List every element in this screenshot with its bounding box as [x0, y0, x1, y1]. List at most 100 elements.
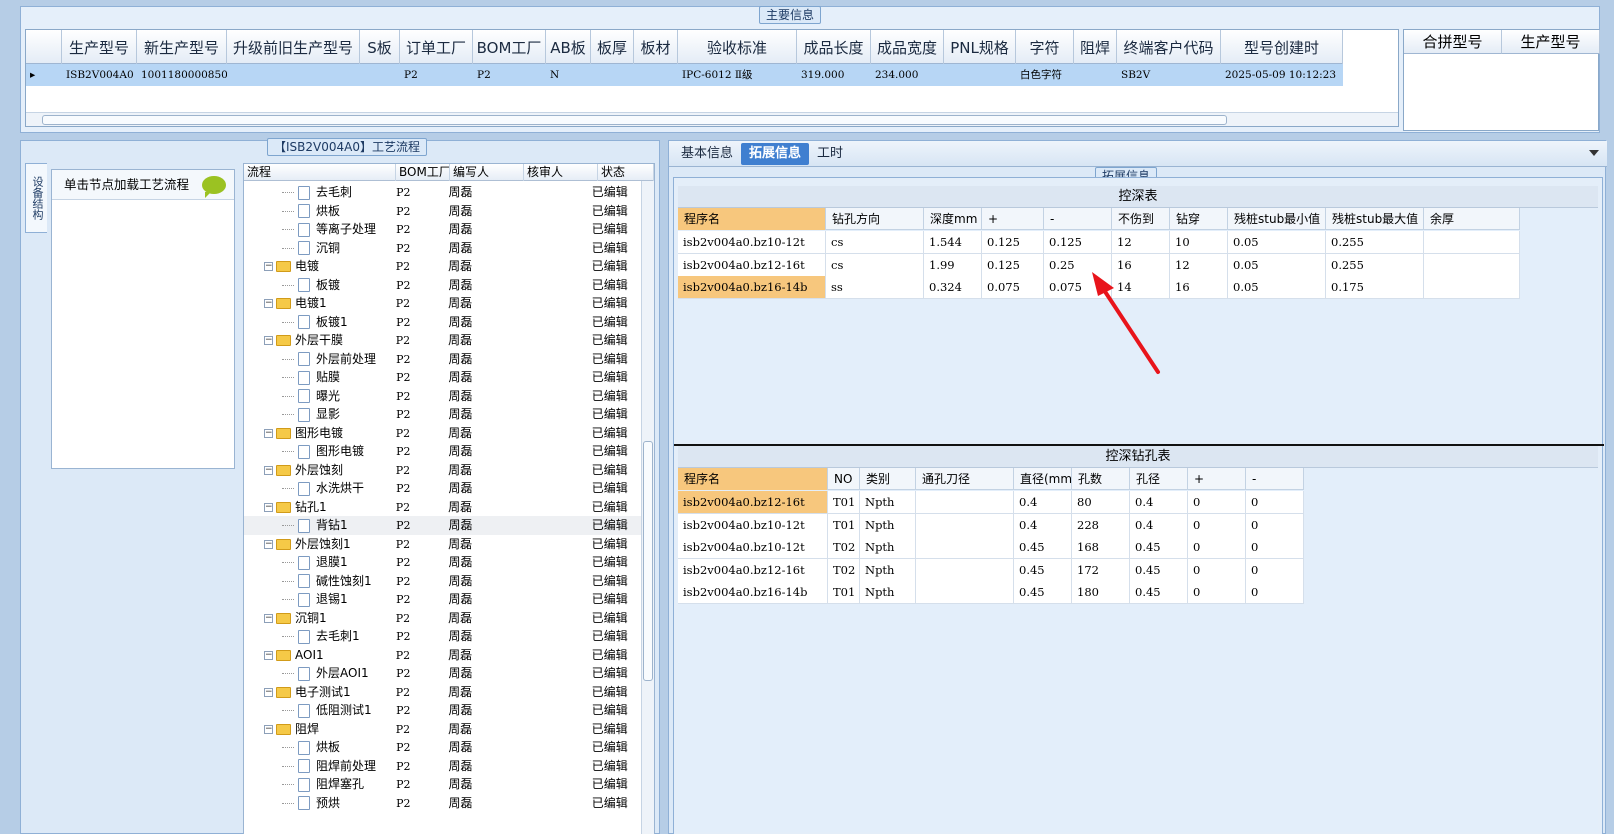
drill-cell[interactable]: Npth [860, 581, 916, 603]
drill-cell[interactable]: isb2v004a0.bz10-12t [678, 513, 828, 536]
grid-cell[interactable]: 白色字符 [1016, 64, 1074, 86]
grid-cell[interactable]: 319.000 [797, 64, 871, 86]
collapse-toggle-icon[interactable]: − [264, 724, 273, 734]
grid-cell[interactable]: SB2V [1117, 64, 1221, 86]
drill-cell[interactable]: 0 [1246, 491, 1304, 513]
drill-cell[interactable]: Npth [860, 558, 916, 581]
tree-node[interactable]: 去毛刺 [244, 183, 392, 202]
tree-row[interactable]: 阻焊塞孔 P2 周磊 已编辑 [244, 775, 642, 794]
tree-row[interactable]: 外层前处理 P2 周磊 已编辑 [244, 350, 642, 369]
depth-cell[interactable]: cs [826, 231, 924, 253]
depth-cell[interactable]: 0.075 [982, 276, 1044, 298]
tree-row[interactable]: 去毛刺 P2 周磊 已编辑 [244, 183, 642, 202]
tree-column-header[interactable]: 核审人 [524, 164, 598, 181]
tree-node[interactable]: 图形电镀 [244, 442, 392, 461]
collapse-toggle-icon[interactable]: − [264, 650, 273, 660]
tree-node[interactable]: 板镀 [244, 276, 392, 295]
tree-row[interactable]: 阻焊前处理 P2 周磊 已编辑 [244, 757, 642, 776]
horizontal-scrollbar[interactable] [26, 112, 1398, 126]
depth-cell[interactable]: 1.544 [924, 231, 982, 253]
tree-row[interactable]: 贴膜 P2 周磊 已编辑 [244, 368, 642, 387]
depth-column-header[interactable]: - [1044, 208, 1112, 230]
tree-row[interactable]: 显影 P2 周磊 已编辑 [244, 405, 642, 424]
depth-cell[interactable]: 0.05 [1228, 231, 1326, 253]
load-hint[interactable]: 单击节点加载工艺流程 [52, 170, 234, 200]
collapse-toggle-icon[interactable]: − [264, 262, 273, 271]
drill-cell[interactable]: 0 [1188, 581, 1246, 603]
tree-node[interactable]: − 沉铜1 [244, 609, 392, 628]
drill-cell[interactable]: 0 [1246, 581, 1304, 603]
depth-cell[interactable] [1424, 231, 1520, 253]
tree-node[interactable]: 碱性蚀刻1 [244, 572, 392, 591]
drill-cell[interactable]: 0.45 [1014, 558, 1072, 581]
tree-column-header[interactable]: BOM工厂 [396, 164, 450, 181]
drill-column-header[interactable]: 孔径 [1130, 468, 1188, 490]
tree-node[interactable]: − 外层蚀刻 [244, 461, 392, 480]
drill-cell[interactable]: Npth [860, 513, 916, 536]
column-header[interactable]: 升级前旧生产型号 [227, 30, 360, 64]
drill-column-header[interactable]: 程序名 [678, 468, 828, 490]
tree-row[interactable]: − 电镀 P2 周磊 已编辑 [244, 257, 642, 276]
grid-cell[interactable]: IPC-6012 Ⅱ级 [678, 64, 797, 86]
tab-basic-info[interactable]: 基本信息 [673, 143, 741, 165]
column-header[interactable]: 新生产型号 [137, 30, 227, 64]
tree-row[interactable]: 低阻测试1 P2 周磊 已编辑 [244, 701, 642, 720]
drill-column-header[interactable]: 通孔刀径 [916, 468, 1014, 490]
grid-cell[interactable]: P2 [400, 64, 473, 86]
column-header[interactable]: 型号创建时 [1221, 30, 1343, 64]
tree-row[interactable]: − 钻孔1 P2 周磊 已编辑 [244, 498, 642, 517]
tree-node[interactable]: − 图形电镀 [244, 424, 392, 443]
tree-row[interactable]: 板镀1 P2 周磊 已编辑 [244, 313, 642, 332]
depth-cell[interactable]: 0.05 [1228, 276, 1326, 298]
tree-node[interactable]: − 电子测试1 [244, 683, 392, 702]
tree-row[interactable]: 板镀 P2 周磊 已编辑 [244, 276, 642, 295]
tree-row[interactable]: − 电子测试1 P2 周磊 已编辑 [244, 683, 642, 702]
tree-node[interactable]: 沉铜 [244, 239, 392, 258]
depth-cell[interactable] [1424, 276, 1520, 298]
depth-table-row[interactable]: isb2v004a0.bz10-12t cs 1.544 0.125 0.125 12 10… [678, 231, 1520, 254]
tree-node[interactable]: 贴膜 [244, 368, 392, 387]
tree-node[interactable]: 曝光 [244, 387, 392, 406]
drill-table-row[interactable]: isb2v004a0.bz12-16t T02 Npth 0.45 172 0.45 0 0 [678, 558, 1304, 582]
column-header[interactable]: S板 [360, 30, 400, 64]
drill-cell[interactable] [916, 491, 1014, 513]
drill-column-header[interactable]: 类别 [860, 468, 916, 490]
drill-cell[interactable]: 172 [1072, 558, 1130, 581]
tree-column-header[interactable]: 状态 [598, 164, 654, 181]
tree-row[interactable]: − 外层蚀刻1 P2 周磊 已编辑 [244, 535, 642, 554]
collapse-toggle-icon[interactable]: − [264, 539, 273, 549]
tree-row[interactable]: − 阻焊 P2 周磊 已编辑 [244, 720, 642, 739]
tree-row[interactable]: 烘板 P2 周磊 已编辑 [244, 738, 642, 757]
tree-row[interactable]: 外层AOI1 P2 周磊 已编辑 [244, 664, 642, 683]
tree-row[interactable]: 背钻1 P2 周磊 已编辑 [244, 516, 642, 535]
drill-cell[interactable]: Npth [860, 536, 916, 558]
tree-node[interactable]: 预烘 [244, 794, 392, 813]
drill-cell[interactable]: isb2v004a0.bz12-16t [678, 558, 828, 581]
depth-column-header[interactable]: 钻孔方向 [826, 208, 924, 230]
tree-node[interactable]: 等离子处理 [244, 220, 392, 239]
depth-column-header[interactable]: 余厚 [1424, 208, 1520, 230]
tree-node[interactable]: − 外层蚀刻1 [244, 535, 392, 554]
drill-cell[interactable]: 0 [1246, 536, 1304, 558]
drill-cell[interactable]: Npth [860, 491, 916, 513]
column-header[interactable]: BOM工厂 [473, 30, 546, 64]
tree-row[interactable]: 等离子处理 P2 周磊 已编辑 [244, 220, 642, 239]
depth-cell[interactable]: 0.175 [1326, 276, 1424, 298]
column-header[interactable]: 阻焊 [1074, 30, 1117, 64]
tree-row[interactable]: 烘板 P2 周磊 已编辑 [244, 202, 642, 221]
depth-cell[interactable]: isb2v004a0.bz16-14b [678, 276, 826, 298]
depth-column-header[interactable]: + [982, 208, 1044, 230]
tree-row[interactable]: − 外层干膜 P2 周磊 已编辑 [244, 331, 642, 350]
drill-table-row[interactable]: isb2v004a0.bz12-16t T01 Npth 0.4 80 0.4 0 0 [678, 491, 1304, 514]
depth-cell[interactable] [1424, 253, 1520, 276]
tree-row[interactable]: 图形电镀 P2 周磊 已编辑 [244, 442, 642, 461]
drill-cell[interactable]: T02 [828, 536, 860, 558]
tree-row[interactable]: 预烘 P2 周磊 已编辑 [244, 794, 642, 813]
tree-node[interactable]: − 阻焊 [244, 720, 392, 739]
tree-row[interactable]: 退膜1 P2 周磊 已编辑 [244, 553, 642, 572]
drill-cell[interactable]: 0 [1246, 558, 1304, 581]
column-header[interactable]: 终端客户代码 [1117, 30, 1221, 64]
column-header[interactable]: 板材 [634, 30, 678, 64]
tree-row[interactable]: 碱性蚀刻1 P2 周磊 已编辑 [244, 572, 642, 591]
drill-column-header[interactable]: - [1246, 468, 1304, 490]
